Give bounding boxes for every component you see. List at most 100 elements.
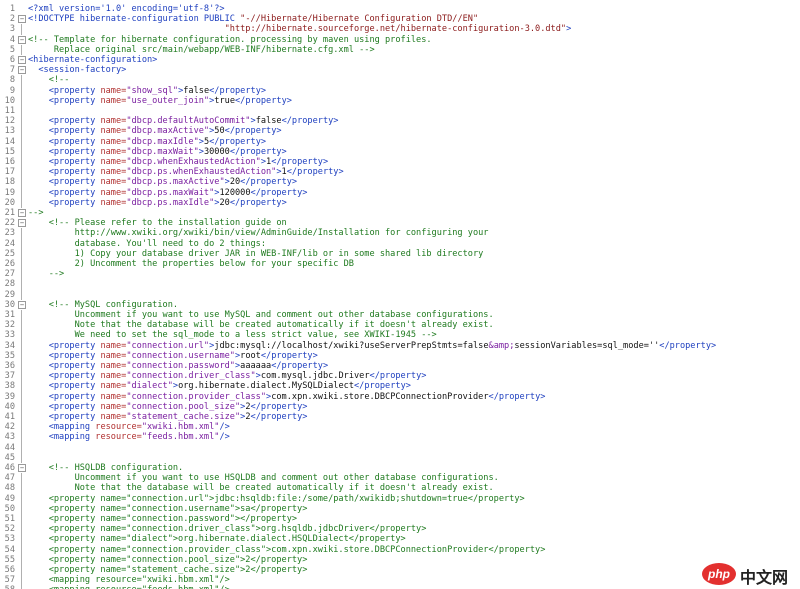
token-doctype: > xyxy=(566,24,572,35)
code-line[interactable]: 36 <property name="connection.password">… xyxy=(0,361,800,372)
code-line[interactable]: 4− <!-- Template for hibernate configurat… xyxy=(0,35,800,45)
code-line[interactable]: 28 xyxy=(0,279,800,290)
token-attr: resource= xyxy=(95,422,142,433)
code-line[interactable]: 9 <property name="show_sql">false</prope… xyxy=(0,85,800,96)
code-line[interactable]: 54 <property name="connection.provider_c… xyxy=(0,544,800,555)
code-line[interactable]: 46− <!-- HSQLDB configuration. xyxy=(0,463,800,473)
token-comment: <!-- xyxy=(28,75,70,86)
code-line[interactable]: 15 <property name="dbcp.maxWait">30000</… xyxy=(0,146,800,157)
code-line[interactable]: 19 <property name="dbcp.ps.maxWait">1200… xyxy=(0,187,800,198)
fold-guide xyxy=(21,320,22,331)
fold-toggle-icon[interactable]: − xyxy=(18,300,26,309)
code-line[interactable]: 48 Note that the database will be create… xyxy=(0,483,800,494)
line-number: 6 xyxy=(9,55,15,65)
line-code: <mapping resource="xwiki.hbm.xml"/> xyxy=(28,422,230,432)
code-line[interactable]: 40 <property name="connection.pool_size"… xyxy=(0,401,800,412)
code-line[interactable]: 42 <mapping resource="xwiki.hbm.xml"/> xyxy=(0,422,800,433)
code-line[interactable]: 6− <hibernate-configuration> xyxy=(0,55,800,65)
code-line[interactable]: 10 <property name="use_outer_join">true<… xyxy=(0,95,800,106)
line-number: 54 xyxy=(4,544,15,555)
code-line[interactable]: 26 2) Uncomment the properties below for… xyxy=(0,259,800,270)
fold-toggle-icon[interactable]: − xyxy=(18,66,26,75)
token-comment: <property name="connection.password"></p… xyxy=(28,514,298,524)
line-number: 5 xyxy=(9,44,15,55)
line-number: 52 xyxy=(4,524,15,535)
code-line[interactable]: 31 Uncomment if you want to use MySQL an… xyxy=(0,310,800,321)
line-code: <property name="dbcp.maxWait">30000</pro… xyxy=(28,147,287,157)
code-line[interactable]: 12 <property name="dbcp.defaultAutoCommi… xyxy=(0,116,800,127)
code-line[interactable]: 39 <property name="connection.provider_c… xyxy=(0,391,800,402)
code-line[interactable]: 3 "http://hibernate.sourceforge.net/hibe… xyxy=(0,24,800,35)
line-number: 29 xyxy=(4,289,15,300)
code-line[interactable]: 58 <mapping resource="feeds.hbm.xml"/> xyxy=(0,585,800,589)
code-line[interactable]: 25 1) Copy your database driver JAR in W… xyxy=(0,248,800,259)
code-line[interactable]: 14 <property name="dbcp.maxIdle">5</prop… xyxy=(0,136,800,147)
line-number: 11 xyxy=(4,106,15,116)
code-line[interactable]: 30− <!-- MySQL configuration. xyxy=(0,300,800,310)
token-val: "connection.provider_class" xyxy=(126,391,267,402)
code-line[interactable]: 27 --> xyxy=(0,269,800,280)
fold-guide xyxy=(21,391,22,402)
code-line[interactable]: 7− <session-factory> xyxy=(0,65,800,75)
fold-guide xyxy=(21,248,22,259)
code-line[interactable]: 29 xyxy=(0,289,800,300)
code-line[interactable]: 8 <!-- xyxy=(0,75,800,86)
code-line[interactable]: 24 database. You'll need to do 2 things: xyxy=(0,238,800,249)
fold-guide xyxy=(21,412,22,423)
code-line[interactable]: 55 <property name="connection.pool_size"… xyxy=(0,554,800,565)
token-val: "dbcp.ps.maxIdle" xyxy=(126,197,215,208)
code-line[interactable]: 32 Note that the database will be create… xyxy=(0,320,800,331)
code-editor[interactable]: 1 <?xml version='1.0' encoding='utf-8'?> 2… xyxy=(0,0,800,589)
code-line[interactable]: 18 <property name="dbcp.ps.maxActive">20… xyxy=(0,177,800,188)
code-line[interactable]: 53 <property name="dialect">org.hibernat… xyxy=(0,534,800,545)
fold-toggle-icon[interactable]: − xyxy=(18,35,26,44)
code-line[interactable]: 22− <!-- Please refer to the installatio… xyxy=(0,218,800,228)
code-line[interactable]: 35 <property name="connection.username">… xyxy=(0,350,800,361)
code-line[interactable]: 1 <?xml version='1.0' encoding='utf-8'?> xyxy=(0,4,800,14)
code-line[interactable]: 11 xyxy=(0,106,800,117)
code-line[interactable]: 45 xyxy=(0,452,800,463)
line-code: http://www.xwiki.org/xwiki/bin/view/Admi… xyxy=(28,228,489,238)
code-line[interactable]: 37 <property name="connection.driver_cla… xyxy=(0,371,800,382)
code-line[interactable]: 13 <property name="dbcp.maxActive">50</p… xyxy=(0,126,800,137)
code-line[interactable]: 47 Uncomment if you want to use HSQLDB a… xyxy=(0,473,800,484)
code-line[interactable]: 43 <mapping resource="feeds.hbm.xml"/> xyxy=(0,432,800,443)
code-line[interactable]: 51 <property name="connection.password">… xyxy=(0,514,800,525)
code-line[interactable]: 56 <property name="statement_cache.size"… xyxy=(0,565,800,576)
fold-toggle-icon[interactable]: − xyxy=(18,15,26,24)
code-line[interactable]: 16 <property name="dbcp.whenExhaustedAct… xyxy=(0,157,800,168)
line-code: <property name="connection.provider_clas… xyxy=(28,545,546,555)
fold-toggle-icon[interactable]: − xyxy=(18,464,26,472)
code-line[interactable]: 50 <property name="connection.username">… xyxy=(0,503,800,514)
line-number: 35 xyxy=(4,350,15,361)
fold-guide xyxy=(21,106,22,117)
line-number: 15 xyxy=(4,146,15,157)
code-line[interactable]: 5 Replace original src/main/webapp/WEB-I… xyxy=(0,44,800,55)
code-line[interactable]: 20 <property name="dbcp.ps.maxIdle">20</… xyxy=(0,197,800,208)
token-comment: 1) Copy your database driver JAR in WEB-… xyxy=(28,248,484,259)
code-line[interactable]: 17 <property name="dbcp.ps.whenExhausted… xyxy=(0,167,800,178)
token-attr: name= xyxy=(100,136,127,147)
code-line[interactable]: 44 xyxy=(0,442,800,453)
code-line[interactable]: 33 We need to set the sql_mode to a less… xyxy=(0,330,800,341)
code-line[interactable]: 2− <!DOCTYPE hibernate-configuration PUBL… xyxy=(0,14,800,24)
code-line[interactable]: 52 <property name="connection.driver_cla… xyxy=(0,524,800,535)
fold-guide xyxy=(21,422,22,433)
fold-toggle-icon[interactable]: − xyxy=(18,56,26,64)
token-val: "dialect" xyxy=(126,381,173,392)
fold-toggle-icon[interactable]: − xyxy=(18,209,26,217)
code-line[interactable]: 49 <property name="connection.url">jdbc:… xyxy=(0,493,800,504)
code-line[interactable]: 34 <property name="connection.url">jdbc:… xyxy=(0,340,800,351)
token-tag: <property xyxy=(28,136,101,147)
line-number: 2 xyxy=(9,14,15,25)
fold-toggle-icon[interactable]: − xyxy=(18,219,26,228)
code-line[interactable]: 41 <property name="statement_cache.size"… xyxy=(0,412,800,423)
code-line[interactable]: 21− --> xyxy=(0,208,800,218)
code-line[interactable]: 38 <property name="dialect">org.hibernat… xyxy=(0,381,800,392)
token-tag: <session-factory> xyxy=(28,65,127,76)
code-line[interactable]: 57 <mapping resource="xwiki.hbm.xml"/> xyxy=(0,575,800,586)
token-comment: <mapping resource="xwiki.hbm.xml"/> xyxy=(28,575,230,586)
fold-guide xyxy=(21,432,22,443)
code-line[interactable]: 23 http://www.xwiki.org/xwiki/bin/view/A… xyxy=(0,228,800,239)
fold-guide xyxy=(21,95,22,106)
